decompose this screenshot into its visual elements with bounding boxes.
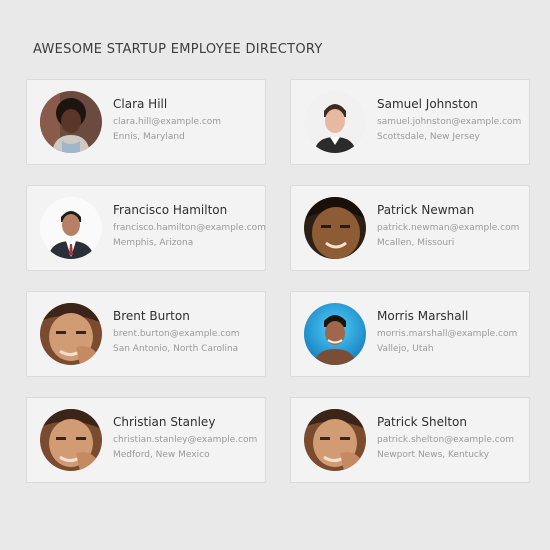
employee-card[interactable]: Patrick Shelton patrick.shelton@example.… [290,397,530,483]
employee-card[interactable]: Clara Hill clara.hill@example.com Ennis,… [26,79,266,165]
employee-avatar-icon [304,91,366,153]
employee-name: Patrick Newman [377,202,475,217]
employee-location: Ennis, Maryland [113,131,185,142]
employee-name: Brent Burton [113,308,190,323]
employee-name: Patrick Shelton [377,414,467,429]
employee-email: brent.burton@example.com [113,328,240,339]
employee-card[interactable]: Francisco Hamilton francisco.hamilton@ex… [26,185,266,271]
employee-email: patrick.shelton@example.com [377,434,514,445]
directory-page: AWESOME STARTUP EMPLOYEE DIRECTORY Clara… [0,0,550,550]
employee-avatar-icon [304,197,366,259]
employee-name: Francisco Hamilton [113,202,228,217]
employee-location: Newport News, Kentucky [377,449,490,460]
employee-avatar-icon [304,303,366,365]
page-title: AWESOME STARTUP EMPLOYEE DIRECTORY [33,42,323,57]
employee-avatar-icon [40,409,102,471]
employee-avatar-icon [304,409,366,471]
employee-grid: Clara Hill clara.hill@example.com Ennis,… [26,79,530,483]
employee-avatar-icon [40,91,102,153]
employee-location: Memphis, Arizona [113,237,194,248]
employee-location: San Antonio, North Carolina [113,343,239,354]
employee-avatar-icon [40,197,102,259]
employee-card[interactable]: Brent Burton brent.burton@example.com Sa… [26,291,266,377]
employee-email: samuel.johnston@example.com [377,116,522,127]
employee-card[interactable]: Christian Stanley christian.stanley@exam… [26,397,266,483]
employee-name: Samuel Johnston [377,96,478,111]
employee-email: patrick.newman@example.com [377,222,520,233]
employee-location: Scottsdale, New Jersey [377,131,480,142]
employee-email: morris.marshall@example.com [377,328,518,339]
employee-email: clara.hill@example.com [113,116,222,127]
employee-email: francisco.hamilton@example.com [113,222,266,233]
employee-location: Medford, New Mexico [113,449,210,460]
employee-name: Clara Hill [113,96,168,111]
employee-card[interactable]: Patrick Newman patrick.newman@example.co… [290,185,530,271]
employee-avatar-icon [40,303,102,365]
employee-name: Morris Marshall [377,308,469,323]
employee-location: Vallejo, Utah [377,343,434,354]
employee-email: christian.stanley@example.com [113,434,258,445]
employee-card[interactable]: Samuel Johnston samuel.johnston@example.… [290,79,530,165]
employee-card[interactable]: Morris Marshall morris.marshall@example.… [290,291,530,377]
employee-location: Mcallen, Missouri [377,237,455,248]
employee-name: Christian Stanley [113,414,216,429]
